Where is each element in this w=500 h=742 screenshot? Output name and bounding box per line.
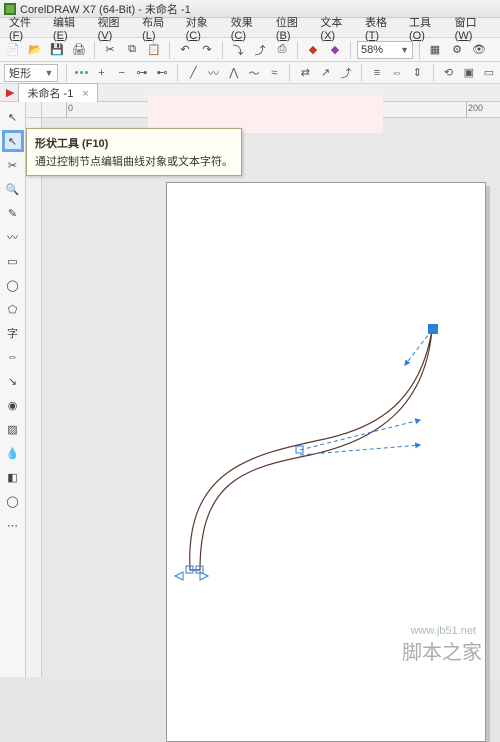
curve-object[interactable] bbox=[0, 0, 500, 677]
toolbox: ↖ ↖ ✂ 🔍 ✎ 〰 ▭ ◯ ⬠ 字 ⇔ ↘ ◉ ▨ 💧 ◧ ◯ ⋯ bbox=[0, 102, 26, 677]
eyedropper-tool[interactable]: 💧 bbox=[2, 442, 24, 464]
fill-tool[interactable]: ◧ bbox=[2, 466, 24, 488]
ellipse-tool[interactable]: ◯ bbox=[2, 274, 24, 296]
zoom-tool[interactable]: 🔍 bbox=[2, 178, 24, 200]
tooltip-title: 形状工具 (F10) bbox=[35, 135, 233, 151]
text-tool[interactable]: 字 bbox=[2, 322, 24, 344]
tooltip: 形状工具 (F10) 通过控制节点编辑曲线对象或文本字符。 bbox=[26, 128, 242, 176]
control-handle-end[interactable] bbox=[175, 572, 183, 580]
crop-tool[interactable]: ✂ bbox=[2, 154, 24, 176]
pick-tool[interactable]: ↖ bbox=[2, 106, 24, 128]
watermark-text: 脚本之家 bbox=[402, 636, 482, 665]
polygon-tool[interactable]: ⬠ bbox=[2, 298, 24, 320]
rectangle-tool[interactable]: ▭ bbox=[2, 250, 24, 272]
dropshadow-tool[interactable]: ◉ bbox=[2, 394, 24, 416]
transparency-tool[interactable]: ▨ bbox=[2, 418, 24, 440]
dimension-tool[interactable]: ⇔ bbox=[2, 346, 24, 368]
shape-tool[interactable]: ↖ bbox=[2, 130, 24, 152]
blend-tool[interactable]: ⋯ bbox=[2, 514, 24, 536]
freehand-tool[interactable]: ✎ bbox=[2, 202, 24, 224]
artistic-media-tool[interactable]: 〰 bbox=[2, 226, 24, 248]
connector-tool[interactable]: ↘ bbox=[2, 370, 24, 392]
control-handle[interactable] bbox=[300, 420, 420, 450]
outline-tool[interactable]: ◯ bbox=[2, 490, 24, 512]
tooltip-body: 通过控制节点编辑曲线对象或文本字符。 bbox=[35, 153, 233, 169]
